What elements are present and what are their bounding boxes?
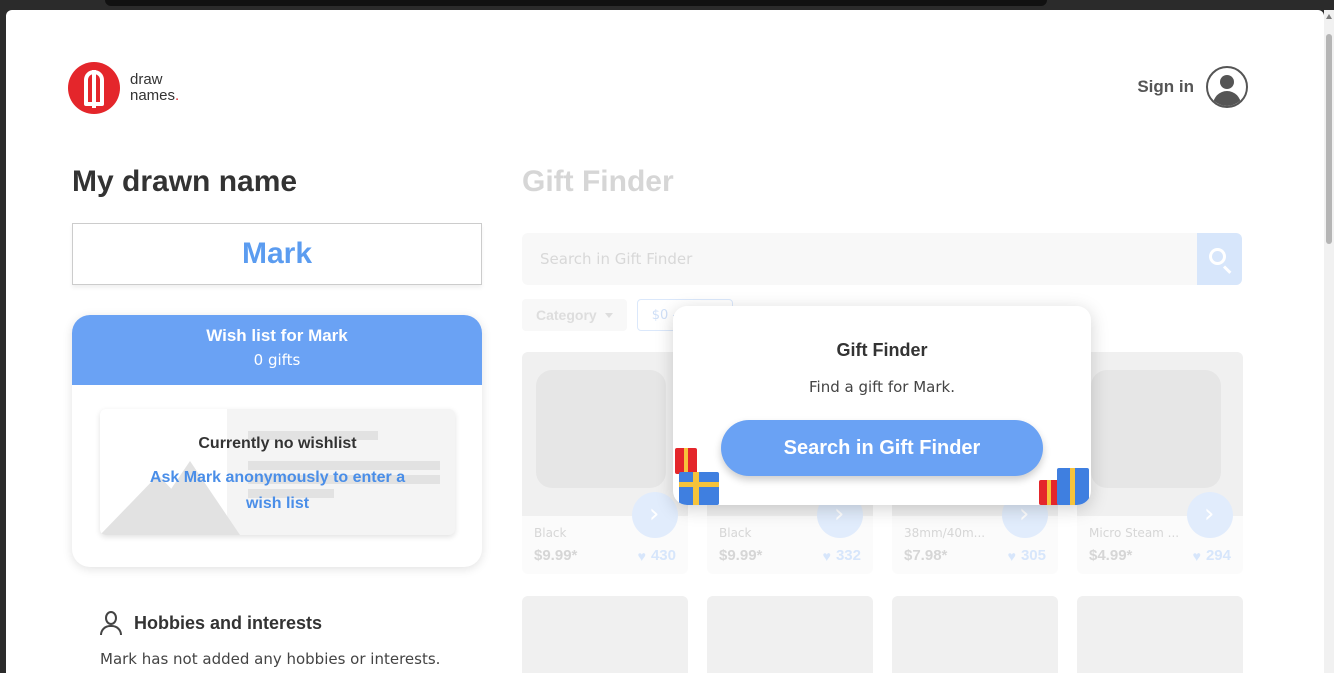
gift-finder-modal: Gift Finder Find a gift for Mark. Search… <box>673 306 1091 505</box>
chevron-right-icon[interactable] <box>1187 492 1233 538</box>
modal-title: Gift Finder <box>836 340 928 360</box>
product-price: $9.99* <box>534 547 578 564</box>
product-price: $4.99* <box>1089 547 1133 564</box>
product-likes-count: 332 <box>835 547 861 564</box>
product-image <box>1077 596 1243 673</box>
wishlist-empty-state: Currently no wishlist Ask Mark anonymous… <box>100 409 455 535</box>
search-button[interactable] <box>1197 233 1242 285</box>
product-card[interactable] <box>1077 596 1243 673</box>
hobbies-title: Hobbies and interests <box>134 612 323 633</box>
drawn-name-box: Mark <box>72 223 482 285</box>
product-image <box>707 596 873 673</box>
hobbies-text: Mark has not added any hobbies or intere… <box>100 650 441 668</box>
heart-icon: ♥ <box>1192 547 1201 564</box>
wishlist-header: Wish list for Mark 0 gifts <box>72 315 482 385</box>
product-likes-count: 305 <box>1020 547 1046 564</box>
gift-icon <box>1037 458 1091 505</box>
product-likes: ♥ 305 <box>1008 547 1046 564</box>
product-card[interactable] <box>707 596 873 673</box>
modal-text: Find a gift for Mark. <box>809 378 955 396</box>
gift-finder-title: Gift Finder <box>522 165 674 198</box>
heart-icon: ♥ <box>822 547 831 564</box>
product-image <box>1077 352 1243 516</box>
search-gift-finder-button[interactable]: Search in Gift Finder <box>721 420 1043 476</box>
product-card[interactable]: Micro Steam ... $4.99* ♥294 <box>1077 352 1243 574</box>
product-card[interactable]: Black $9.99* ♥430 <box>522 352 688 574</box>
product-image <box>522 352 688 516</box>
product-variant: Black <box>719 526 752 540</box>
drawn-name-section: My drawn name Mark Wish list for Mark 0 … <box>72 165 482 567</box>
scrollbar[interactable] <box>1324 10 1334 673</box>
logo-icon <box>68 62 120 114</box>
product-price: $7.98* <box>904 547 948 564</box>
category-filter-label: Category <box>536 307 597 323</box>
chevron-right-icon[interactable] <box>632 492 678 538</box>
search-icon <box>1209 248 1226 265</box>
product-variant: Black <box>534 526 567 540</box>
chevron-down-icon <box>604 312 613 318</box>
product-price: $9.99* <box>719 547 763 564</box>
gift-finder-search-input[interactable] <box>522 233 1197 285</box>
product-likes: ♥ 294 <box>1193 547 1231 564</box>
product-variant: 38mm/40m... <box>904 526 986 540</box>
scroll-up-icon[interactable] <box>1326 14 1332 19</box>
hobbies-section: Hobbies and interests Mark has not added… <box>100 610 440 668</box>
product-likes-count: 294 <box>1205 547 1231 564</box>
product-likes-count: 430 <box>650 547 676 564</box>
product-card[interactable] <box>522 596 688 673</box>
gift-icon <box>673 440 723 505</box>
product-likes: ♥ 430 <box>638 547 676 564</box>
wishlist-title: Wish list for Mark <box>206 326 348 345</box>
drawn-name-value: Mark <box>241 237 313 270</box>
ask-wishlist-link[interactable]: Ask Mark anonymously to enter a wish lis… <box>130 465 425 517</box>
logo-text: draw names. <box>130 71 180 104</box>
page: draw names. Sign in My drawn name Mark W… <box>6 10 1324 673</box>
gift-finder-search <box>522 233 1242 285</box>
drawn-name-title: My drawn name <box>72 165 298 198</box>
user-avatar-icon[interactable] <box>1206 66 1248 108</box>
sign-in-button[interactable]: Sign in <box>1137 66 1248 108</box>
person-icon <box>100 610 122 636</box>
sign-in-label: Sign in <box>1137 77 1194 96</box>
product-image <box>522 596 688 673</box>
browser-top-bar <box>105 0 1047 6</box>
logo[interactable]: draw names. <box>68 62 198 114</box>
wishlist-card: Wish list for Mark 0 gifts Currently no … <box>72 315 482 567</box>
product-card[interactable] <box>892 596 1058 673</box>
product-variant: Micro Steam ... <box>1089 526 1180 540</box>
heart-icon: ♥ <box>1007 547 1016 564</box>
scrollbar-thumb[interactable] <box>1326 34 1332 244</box>
wishlist-empty-title: Currently no wishlist <box>198 435 357 452</box>
wishlist-count: 0 gifts <box>253 351 301 369</box>
heart-icon: ♥ <box>637 547 646 564</box>
category-filter[interactable]: Category <box>522 299 627 331</box>
product-likes: ♥ 332 <box>823 547 861 564</box>
product-image <box>892 596 1058 673</box>
